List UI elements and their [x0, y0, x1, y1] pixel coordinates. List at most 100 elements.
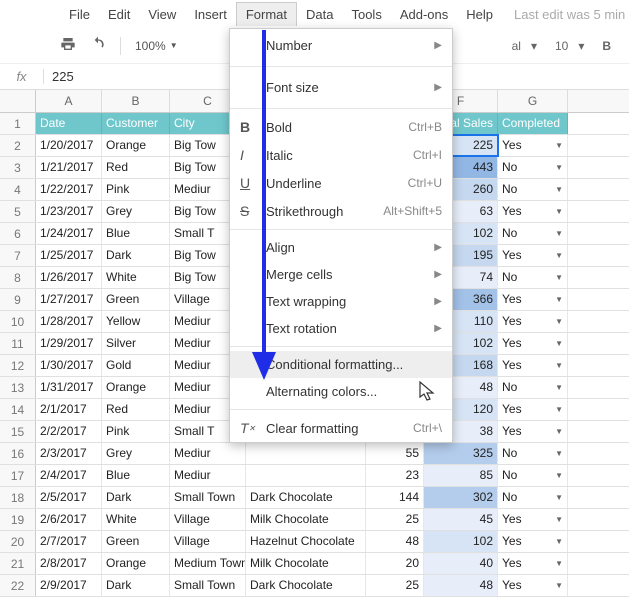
- dropdown-arrow-icon[interactable]: ▼: [555, 207, 563, 216]
- cell-product[interactable]: Milk Chocolate: [246, 509, 366, 530]
- row-header[interactable]: 19: [0, 509, 36, 530]
- row-header[interactable]: 2: [0, 135, 36, 156]
- cell-city[interactable]: Medium Town: [170, 553, 246, 574]
- cell-total[interactable]: 40: [424, 553, 498, 574]
- row-header[interactable]: 10: [0, 311, 36, 332]
- row-header[interactable]: 12: [0, 355, 36, 376]
- row-header[interactable]: 16: [0, 443, 36, 464]
- cell-date[interactable]: 2/5/2017: [36, 487, 102, 508]
- cell-date[interactable]: 1/21/2017: [36, 157, 102, 178]
- row-header[interactable]: 6: [0, 223, 36, 244]
- cell-date[interactable]: 1/25/2017: [36, 245, 102, 266]
- cell-completed[interactable]: Yes▼: [498, 575, 568, 596]
- cell-date[interactable]: 2/3/2017: [36, 443, 102, 464]
- menu-view[interactable]: View: [139, 3, 185, 26]
- cell-date[interactable]: 1/26/2017: [36, 267, 102, 288]
- cell-completed[interactable]: No▼: [498, 465, 568, 486]
- cell-customer[interactable]: Red: [102, 399, 170, 420]
- menu-addons[interactable]: Add-ons: [391, 3, 457, 26]
- cell-qty[interactable]: 25: [366, 575, 424, 596]
- row-header[interactable]: 11: [0, 333, 36, 354]
- font-family-dropdown[interactable]: al ▾: [512, 39, 537, 53]
- cell-customer[interactable]: Blue: [102, 223, 170, 244]
- menu-item-strikethrough[interactable]: S Strikethrough Alt+Shift+5: [230, 197, 452, 225]
- formula-value[interactable]: 225: [44, 69, 74, 84]
- cell-total[interactable]: 85: [424, 465, 498, 486]
- dropdown-arrow-icon[interactable]: ▼: [555, 449, 563, 458]
- cell-completed[interactable]: Yes▼: [498, 399, 568, 420]
- cell-header[interactable]: Completed: [498, 113, 568, 134]
- cell-qty[interactable]: 55: [366, 443, 424, 464]
- cell-customer[interactable]: Grey: [102, 443, 170, 464]
- menu-item-alternating-colors[interactable]: Alternating colors...: [230, 378, 452, 405]
- menu-item-underline[interactable]: U Underline Ctrl+U: [230, 169, 452, 197]
- row-header[interactable]: 18: [0, 487, 36, 508]
- cell-completed[interactable]: Yes▼: [498, 311, 568, 332]
- row-header[interactable]: 13: [0, 377, 36, 398]
- row-header[interactable]: 15: [0, 421, 36, 442]
- cell-customer[interactable]: Orange: [102, 135, 170, 156]
- cell-customer[interactable]: White: [102, 509, 170, 530]
- row-header[interactable]: 3: [0, 157, 36, 178]
- menu-tools[interactable]: Tools: [342, 3, 390, 26]
- cell-completed[interactable]: No▼: [498, 223, 568, 244]
- cell-date[interactable]: 1/22/2017: [36, 179, 102, 200]
- cell-customer[interactable]: Dark: [102, 487, 170, 508]
- cell-completed[interactable]: No▼: [498, 487, 568, 508]
- cell-completed[interactable]: No▼: [498, 157, 568, 178]
- dropdown-arrow-icon[interactable]: ▼: [555, 229, 563, 238]
- cell-date[interactable]: 1/24/2017: [36, 223, 102, 244]
- undo-icon[interactable]: [90, 36, 106, 55]
- menu-item-textrotation[interactable]: Text rotation ▶: [230, 315, 452, 342]
- cell-customer[interactable]: Orange: [102, 553, 170, 574]
- dropdown-arrow-icon[interactable]: ▼: [555, 515, 563, 524]
- menu-item-number[interactable]: Number ▶: [230, 29, 452, 62]
- cell-completed[interactable]: Yes▼: [498, 289, 568, 310]
- select-all-cell[interactable]: [0, 90, 36, 112]
- menu-item-align[interactable]: Align ▶: [230, 234, 452, 261]
- cell-header[interactable]: Date: [36, 113, 102, 134]
- cell-customer[interactable]: Yellow: [102, 311, 170, 332]
- row-header[interactable]: 8: [0, 267, 36, 288]
- row-header[interactable]: 20: [0, 531, 36, 552]
- dropdown-arrow-icon[interactable]: ▼: [555, 361, 563, 370]
- cell-total[interactable]: 48: [424, 575, 498, 596]
- dropdown-arrow-icon[interactable]: ▼: [555, 383, 563, 392]
- dropdown-arrow-icon[interactable]: ▼: [555, 251, 563, 260]
- dropdown-arrow-icon[interactable]: ▼: [555, 185, 563, 194]
- cell-product[interactable]: Dark Chocolate: [246, 575, 366, 596]
- cell-city[interactable]: Small Town: [170, 575, 246, 596]
- dropdown-arrow-icon[interactable]: ▼: [555, 493, 563, 502]
- row-header[interactable]: 5: [0, 201, 36, 222]
- cell-completed[interactable]: Yes▼: [498, 509, 568, 530]
- menu-item-fontsize[interactable]: Font size ▶: [230, 71, 452, 104]
- cell-city[interactable]: Mediur: [170, 465, 246, 486]
- cell-completed[interactable]: Yes▼: [498, 531, 568, 552]
- cell-customer[interactable]: White: [102, 267, 170, 288]
- cell-date[interactable]: 1/27/2017: [36, 289, 102, 310]
- cell-qty[interactable]: 48: [366, 531, 424, 552]
- menu-insert[interactable]: Insert: [185, 3, 236, 26]
- cell-completed[interactable]: Yes▼: [498, 245, 568, 266]
- dropdown-arrow-icon[interactable]: ▼: [555, 273, 563, 282]
- dropdown-arrow-icon[interactable]: ▼: [555, 141, 563, 150]
- cell-customer[interactable]: Pink: [102, 179, 170, 200]
- cell-total[interactable]: 302: [424, 487, 498, 508]
- dropdown-arrow-icon[interactable]: ▼: [555, 471, 563, 480]
- cell-date[interactable]: 2/9/2017: [36, 575, 102, 596]
- cell-total[interactable]: 45: [424, 509, 498, 530]
- bold-button[interactable]: B: [602, 39, 611, 53]
- dropdown-arrow-icon[interactable]: ▼: [555, 339, 563, 348]
- cell-qty[interactable]: 25: [366, 509, 424, 530]
- cell-customer[interactable]: Orange: [102, 377, 170, 398]
- cell-customer[interactable]: Grey: [102, 201, 170, 222]
- cell-date[interactable]: 1/23/2017: [36, 201, 102, 222]
- cell-date[interactable]: 2/1/2017: [36, 399, 102, 420]
- cell-city[interactable]: Small Town: [170, 487, 246, 508]
- row-header[interactable]: 17: [0, 465, 36, 486]
- dropdown-arrow-icon[interactable]: ▼: [555, 295, 563, 304]
- dropdown-arrow-icon[interactable]: ▼: [555, 427, 563, 436]
- menu-item-textwrap[interactable]: Text wrapping ▶: [230, 288, 452, 315]
- row-header[interactable]: 7: [0, 245, 36, 266]
- dropdown-arrow-icon[interactable]: ▼: [555, 537, 563, 546]
